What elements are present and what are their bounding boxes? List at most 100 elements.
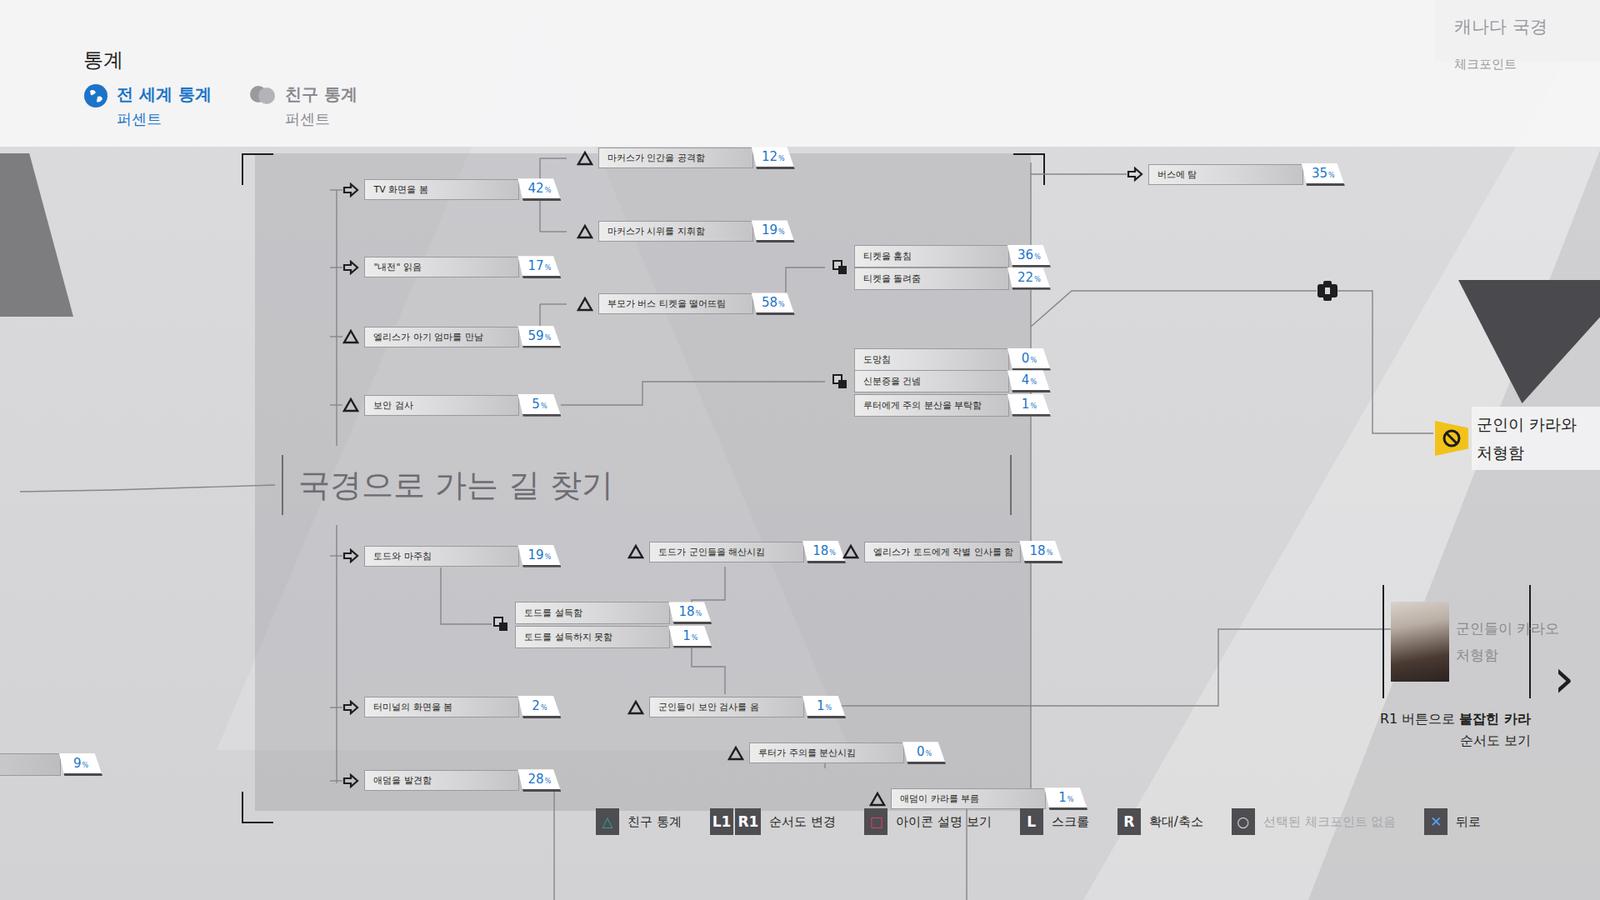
node-body[interactable]: 티켓을 돌려줌22% [854, 267, 1051, 290]
triangle-icon [576, 296, 594, 312]
node-label: 토드가 군인들을 해산시킴 [649, 541, 805, 563]
node-body[interactable]: 마커스가 인간을 공격함12% [598, 146, 795, 170]
node-label: 토드와 마주침 [364, 545, 520, 567]
chapter-title: 국경으로 가는 길 찾기 [281, 455, 1012, 515]
node-body[interactable]: 군인들이 보안 검사를 옴1% [649, 695, 846, 719]
flow-node[interactable]: 마커스가 시위를 지휘함19% [576, 219, 795, 245]
node-body[interactable]: 토드를 설득함18% [515, 601, 712, 625]
prompt-label: 뒤로 [1455, 814, 1481, 830]
flow-node[interactable]: 토드와 마주침19% [342, 543, 561, 569]
percent-badge: 22% [1007, 267, 1051, 290]
tab-row: 전 세계 통계퍼센트 친구 통계퍼센트 [83, 83, 1600, 130]
flow-node[interactable]: 엘리스가 토드에게 작별 인사를 함18% [842, 539, 1063, 565]
button-prompt[interactable]: ✕뒤로 [1424, 808, 1481, 835]
flow-node[interactable]: 부모가 버스 티켓을 떨어뜨림58% [576, 291, 795, 317]
frame-corner [1013, 153, 1045, 185]
node-label: 마커스가 인간을 공격함 [598, 147, 754, 169]
flow-node[interactable]: 루터가 주의를 분산시킴0% [727, 740, 946, 766]
node-label: 군인들이 보안 검사를 옴 [649, 696, 805, 718]
flow-node[interactable]: 토드가 군인들을 해산시킴18% [627, 539, 846, 565]
controller-key: R [1117, 808, 1141, 835]
percent-badge: 18% [668, 601, 712, 625]
node-body[interactable]: 버스에 탐35% [1148, 163, 1345, 186]
percent-badge: 1% [1044, 787, 1088, 810]
flow-node[interactable]: 터미널의 화면을 봄2% [342, 695, 561, 720]
flow-node[interactable]: 군인들이 보안 검사를 옴1% [627, 695, 846, 720]
node-body[interactable]: 티켓을 훔침36% [854, 245, 1051, 268]
flow-node[interactable]: 티켓을 훔침36% [854, 243, 1051, 269]
node-body[interactable]: 도망침0% [854, 348, 1051, 371]
flow-node[interactable]: "내전" 읽음17% [342, 255, 561, 280]
node-body[interactable]: 애덤이 카라를 부름1% [890, 787, 1088, 810]
node-bar [0, 753, 61, 776]
node-label: 티켓을 훔침 [854, 245, 1010, 268]
percent-badge: 28% [517, 769, 561, 792]
controller-key: L [1020, 808, 1044, 835]
node-label: 터미널의 화면을 봄 [364, 696, 520, 718]
percent-badge: 59% [517, 325, 561, 349]
flow-node[interactable]: 애덤을 발견함28% [342, 768, 561, 794]
key-group: R [1117, 808, 1141, 835]
flow-node[interactable]: 9% [0, 753, 103, 776]
blocked-icon [1441, 428, 1462, 449]
button-prompt[interactable]: R확대/축소 [1117, 808, 1204, 835]
prompt-label: 스크롤 [1051, 814, 1090, 830]
node-body[interactable]: 부모가 버스 티켓을 떨어뜨림58% [598, 292, 795, 315]
flow-node[interactable]: 루터에게 주의 분산을 부탁함1% [854, 392, 1051, 418]
page-title: 통계 [83, 46, 1600, 74]
percent-badge: 36% [1007, 245, 1051, 268]
prompt-label: 선택된 체크포인트 없음 [1263, 814, 1397, 830]
node-body[interactable]: 애덤을 발견함28% [364, 769, 561, 792]
flow-node[interactable]: 마커스가 인간을 공격함12% [576, 145, 795, 171]
triangle-icon [869, 791, 886, 807]
arrow-icon [342, 700, 360, 715]
flow-node[interactable]: 신분증을 건넴4% [854, 369, 1051, 395]
node-body[interactable]: 신분증을 건넴4% [854, 370, 1051, 393]
node-body[interactable]: 토드를 설득하지 못함1% [515, 625, 712, 649]
node-body[interactable]: TV 화면을 봄42% [364, 178, 561, 201]
flow-node[interactable]: 보안 검사5% [342, 392, 561, 418]
next-flowchart-card[interactable]: 군인들이 카라오처형함 [1382, 585, 1531, 699]
stats-tab[interactable]: 친구 통계퍼센트 [248, 83, 358, 130]
flow-node[interactable]: TV 화면을 봄42% [342, 177, 561, 203]
next-chevron[interactable]: › [1553, 651, 1575, 705]
node-body[interactable]: 마커스가 시위를 지휘함19% [598, 220, 795, 243]
node-body[interactable]: 보안 검사5% [364, 394, 561, 417]
lock-icon [1315, 278, 1340, 304]
node-label: "내전" 읽음 [364, 256, 520, 278]
percent-badge: 1% [1007, 394, 1051, 417]
checkpoint-label: 캐나다 국경체크포인트 [1435, 0, 1600, 62]
node-body[interactable]: 루터에게 주의 분산을 부탁함1% [854, 394, 1051, 417]
node-label: 부모가 버스 티켓을 떨어뜨림 [598, 293, 754, 315]
button-prompt[interactable]: □아이콘 설명 보기 [864, 808, 992, 835]
flow-node[interactable]: 토드를 설득함18% [515, 600, 712, 626]
node-label: 버스에 탐 [1148, 164, 1304, 185]
prompt-label: 친구 통계 [627, 814, 682, 830]
flow-node[interactable]: 도망침0% [854, 346, 1051, 372]
node-body[interactable]: 루터가 주의를 분산시킴0% [749, 741, 946, 765]
ending-node[interactable]: 군인이 카라와처형함 [1435, 406, 1600, 470]
flow-node[interactable]: 애덤이 카라를 부름1% [869, 786, 1088, 812]
button-prompt[interactable]: L 스크롤 [1020, 808, 1090, 835]
flow-node[interactable]: 토드를 설득하지 못함1% [515, 624, 712, 650]
triangle-icon [576, 150, 594, 166]
button-prompt[interactable]: L1R1순서도 변경 [710, 808, 836, 835]
node-label: 티켓을 돌려줌 [854, 267, 1010, 290]
header: 통계전 세계 통계퍼센트 친구 통계퍼센트 [0, 0, 1600, 147]
stats-tab[interactable]: 전 세계 통계퍼센트 [83, 83, 212, 130]
flow-node[interactable]: 엘리스가 아기 엄마를 만남59% [342, 324, 561, 350]
triangle-icon [627, 544, 645, 560]
node-body[interactable]: "내전" 읽음17% [364, 255, 561, 279]
flow-node[interactable]: 버스에 탐35% [1126, 161, 1345, 187]
node-body[interactable]: 토드가 군인들을 해산시킴18% [649, 540, 846, 564]
choice-group-icon [832, 260, 848, 275]
arrow-icon [342, 182, 360, 198]
node-body[interactable]: 터미널의 화면을 봄2% [364, 695, 561, 719]
node-body[interactable]: 엘리스가 토드에게 작별 인사를 함18% [864, 540, 1063, 564]
node-body[interactable]: 토드와 마주침19% [364, 545, 561, 568]
node-body[interactable]: 엘리스가 아기 엄마를 만남59% [364, 325, 561, 349]
button-prompt[interactable]: △친구 통계 [595, 808, 682, 835]
percent-badge: 0% [1007, 348, 1051, 371]
arrow-icon [342, 548, 360, 564]
flow-node[interactable]: 티켓을 돌려줌22% [854, 265, 1051, 291]
